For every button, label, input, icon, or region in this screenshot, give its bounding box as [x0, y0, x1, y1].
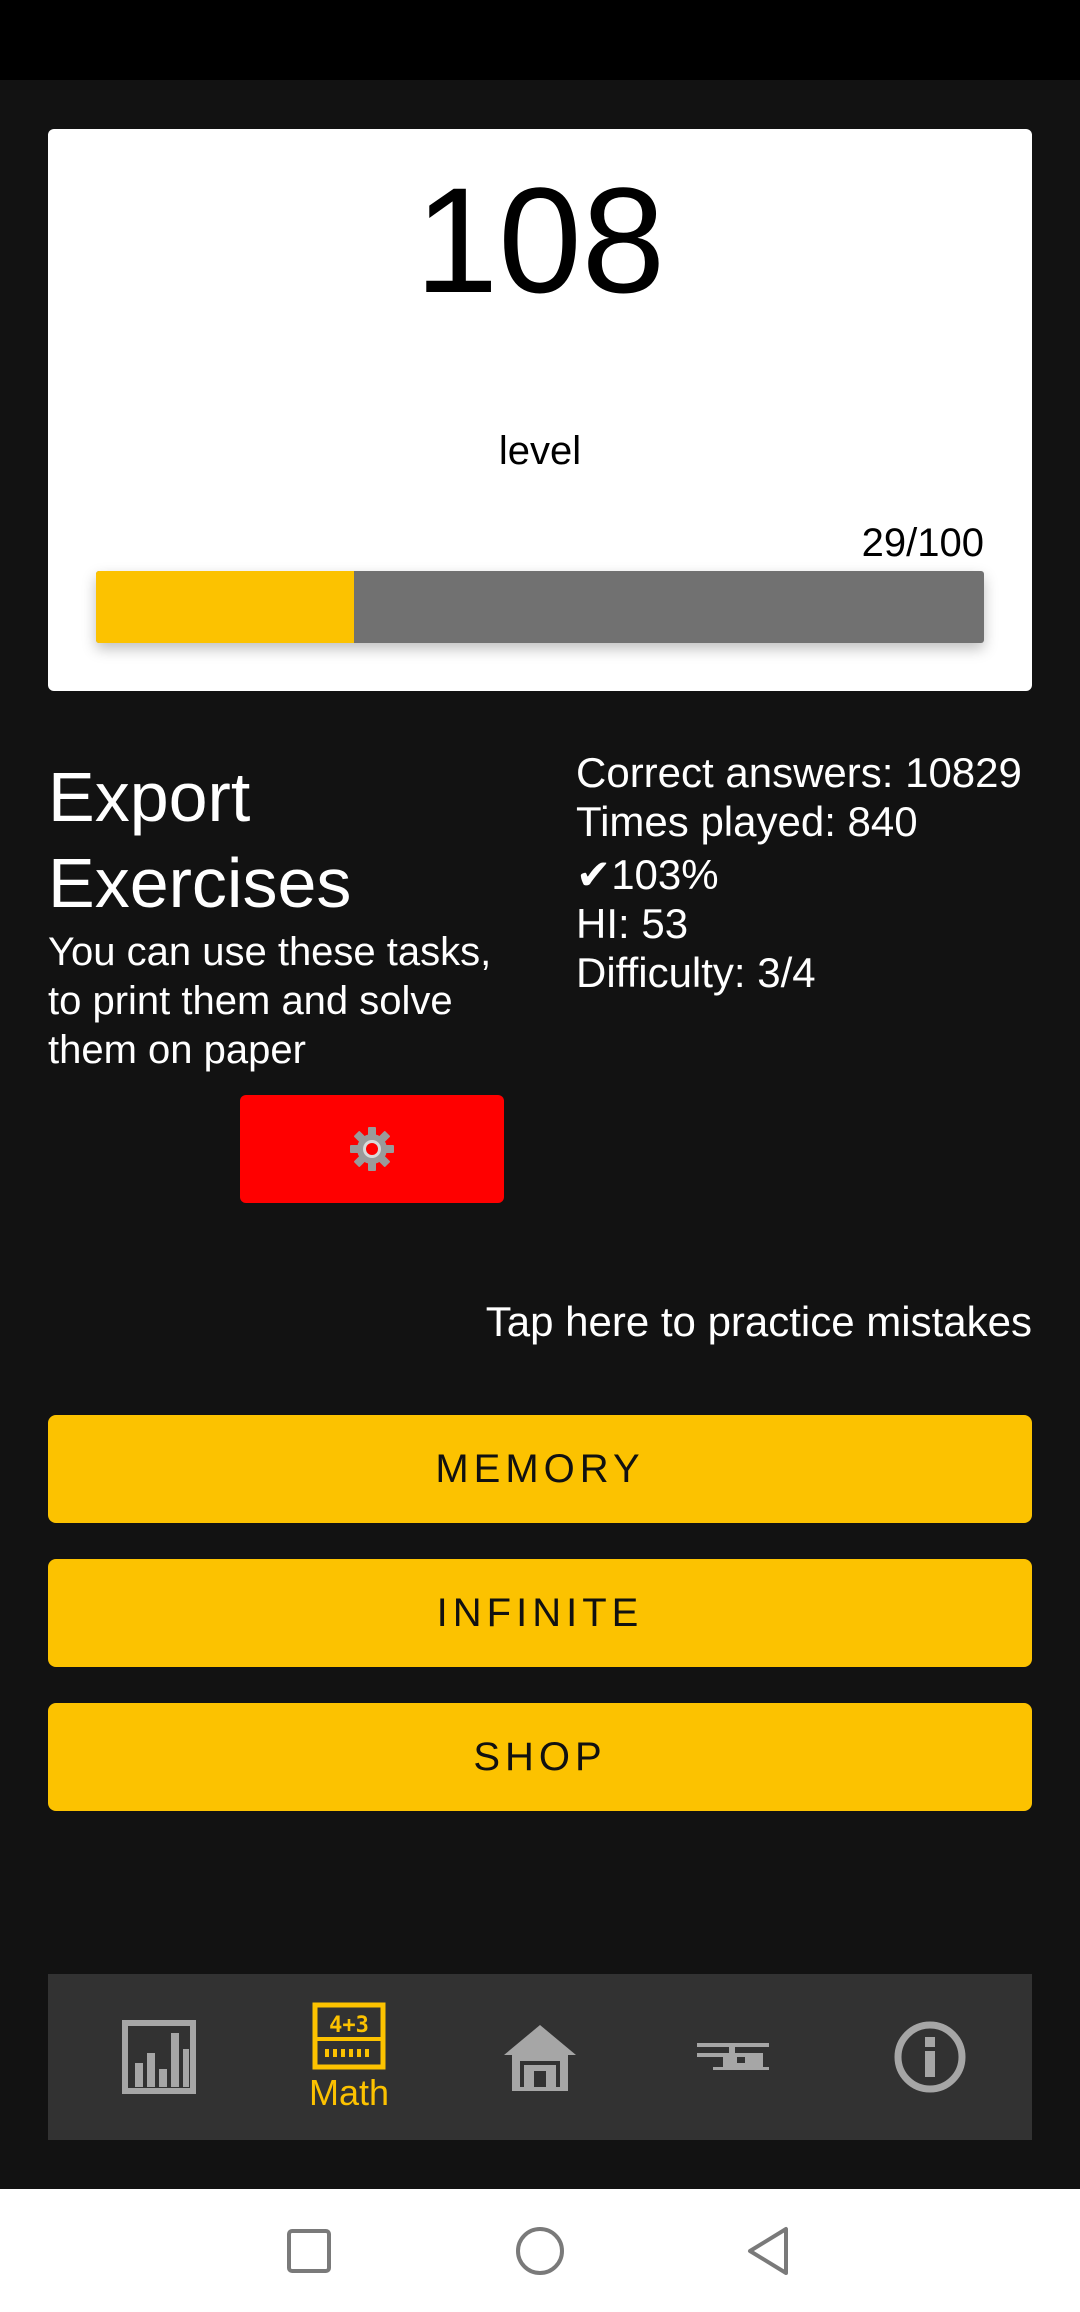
- export-button[interactable]: [240, 1095, 504, 1203]
- recent-apps-button[interactable]: [249, 2189, 369, 2312]
- practice-mistakes-link[interactable]: Tap here to practice mistakes: [486, 1296, 1032, 1348]
- back-button[interactable]: [708, 2189, 828, 2312]
- system-nav-bar: [0, 2189, 1080, 2312]
- status-bar: [0, 0, 1080, 80]
- stats-panel: Correct answers: 10829 Times played: 840…: [576, 748, 1056, 997]
- stat-times-played: Times played: 840: [576, 798, 918, 845]
- memory-button[interactable]: MEMORY: [48, 1415, 1032, 1523]
- gear-icon: [350, 1127, 394, 1171]
- progress-text: 29/100: [861, 521, 984, 565]
- shop-button[interactable]: SHOP: [48, 1703, 1032, 1811]
- calculator-icon: 4+3: [312, 2002, 386, 2070]
- info-icon: [894, 2021, 966, 2093]
- stat-correct-answers: Correct answers: 10829: [576, 749, 1022, 796]
- stat-hi: HI: 53: [576, 900, 689, 947]
- export-description: You can use these tasks, to print them a…: [48, 930, 492, 1072]
- infinite-button[interactable]: INFINITE: [48, 1559, 1032, 1667]
- circle-icon: [516, 2226, 564, 2275]
- home-icon: [504, 2025, 576, 2091]
- progress-bar: [96, 571, 984, 643]
- back-triangle-icon: [748, 2226, 788, 2275]
- bar-chart-icon: [122, 2020, 196, 2094]
- level-number: 108: [414, 156, 666, 324]
- export-title-line2: Exercises: [48, 844, 352, 922]
- nav-label-math: Math: [308, 2072, 390, 2113]
- nav-item-math[interactable]: 4+3 Math: [274, 1974, 424, 2140]
- svg-text:4+3: 4+3: [329, 2013, 369, 2038]
- square-icon: [287, 2228, 331, 2273]
- progress-fill: [96, 571, 354, 643]
- stat-difficulty: Difficulty: 3/4: [576, 949, 816, 996]
- stat-accuracy: ✔103%: [576, 851, 719, 898]
- level-label: level: [498, 429, 582, 473]
- bottom-nav: 4+3 Math: [48, 1974, 1032, 2140]
- nav-item-stats[interactable]: [84, 1974, 234, 2140]
- helicopter-icon: [697, 2043, 769, 2070]
- nav-item-home[interactable]: [465, 1974, 615, 2140]
- export-title-line1: Export: [48, 758, 251, 836]
- export-title: Export Exercises: [48, 754, 528, 926]
- home-system-button[interactable]: [480, 2189, 600, 2312]
- nav-item-helicopter[interactable]: [658, 1974, 808, 2140]
- nav-item-info[interactable]: [855, 1974, 1005, 2140]
